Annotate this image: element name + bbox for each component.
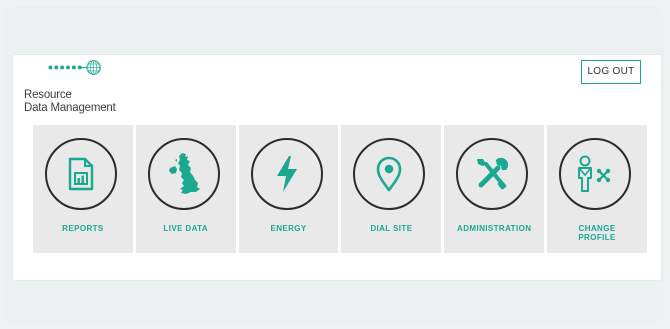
tile-icon-circle	[456, 138, 529, 210]
tile-icon-circle	[45, 138, 117, 210]
logout-button[interactable]: LOG OUT	[581, 60, 641, 84]
tile-live-data[interactable]: LIVE DATA	[135, 125, 236, 253]
tile-change-profile[interactable]: CHANGE PROFILE	[547, 125, 647, 253]
brand-logo: Resource Data Management	[24, 60, 144, 114]
tile-dial-site[interactable]: DIAL SITE	[341, 125, 442, 253]
globe-icon	[48, 60, 101, 75]
tile-label: REPORTS	[62, 224, 104, 233]
tile-administration[interactable]: ADMINISTRATION	[444, 125, 545, 253]
tile-label: LIVE DATA	[163, 224, 209, 233]
user-swap-icon	[578, 155, 611, 192]
tile-label: ENERGY	[270, 224, 307, 233]
uk-map-icon	[168, 153, 200, 194]
tile-reports[interactable]: REPORTS	[33, 125, 133, 253]
tile-label: ADMINISTRATION	[457, 224, 532, 233]
tile-icon-circle	[147, 138, 220, 210]
brand-name-line1: Resource	[24, 89, 72, 101]
tile-icon-circle	[353, 138, 426, 210]
tile-icon-circle	[559, 138, 632, 210]
tile-icon-circle	[250, 138, 323, 210]
brand-name: Resource Data Management	[24, 89, 154, 114]
map-pin-icon	[377, 156, 402, 192]
lightning-bolt-icon	[276, 156, 297, 192]
tile-energy[interactable]: ENERGY	[238, 125, 339, 253]
tile-label: DIAL SITE	[370, 224, 413, 233]
wrench-screwdriver-icon	[477, 157, 509, 190]
brand-name-line2: Data Management	[24, 101, 116, 114]
module-tiles: REPORTS LIVE DATA ENERGY DIAL SITE ADMIN…	[33, 125, 647, 253]
report-document-icon	[68, 157, 94, 191]
tile-label: CHANGE PROFILE	[578, 224, 616, 242]
